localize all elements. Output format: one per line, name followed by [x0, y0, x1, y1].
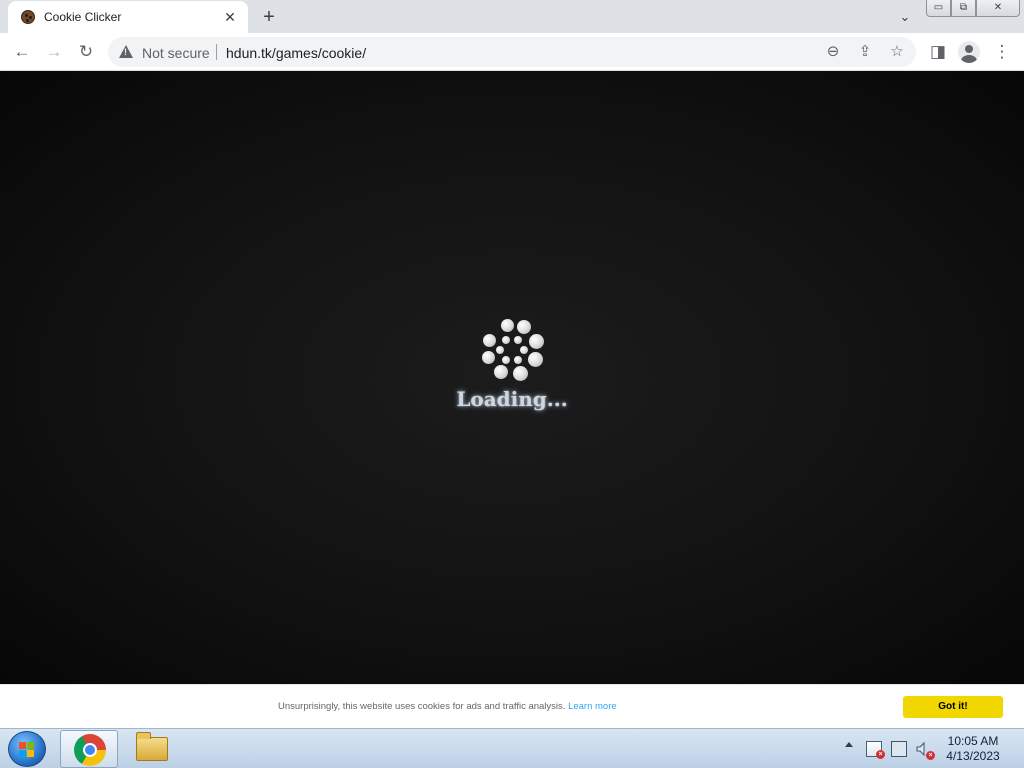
spinner-dot	[514, 356, 522, 364]
browser-menu-icon[interactable]: ⋮	[990, 40, 1014, 64]
bookmark-star-icon[interactable]: ☆	[886, 41, 908, 63]
browser-tab-cookie-clicker[interactable]: Cookie Clicker ✕	[8, 1, 248, 33]
cookie-message: Unsurprisingly, this website uses cookie…	[278, 701, 617, 712]
spinner-dot	[528, 352, 543, 367]
learn-more-link[interactable]: Learn more	[568, 701, 617, 712]
close-window-button[interactable]: ✕	[976, 0, 1020, 17]
spinner-dot	[517, 320, 531, 334]
system-clock[interactable]: 10:05 AM 4/13/2023	[940, 734, 1006, 764]
zoom-out-icon[interactable]: ⊖	[822, 41, 844, 63]
new-tab-button[interactable]: +	[258, 6, 280, 28]
clock-time: 10:05 AM	[947, 734, 999, 748]
loading-spinner-icon	[480, 319, 546, 385]
windows-logo-icon	[19, 742, 35, 758]
spinner-dot	[494, 365, 508, 379]
spinner-dot	[502, 336, 510, 344]
restore-button[interactable]: ⧉	[951, 0, 976, 17]
side-panel-icon[interactable]: ◨	[926, 40, 950, 64]
spinner-dot	[513, 366, 528, 381]
spinner-dot	[520, 346, 528, 354]
taskbar-chrome-button[interactable]	[60, 730, 118, 768]
chrome-icon	[74, 734, 106, 766]
game-viewport[interactable]: Loading...	[0, 71, 1024, 684]
profile-avatar-icon[interactable]	[958, 41, 980, 63]
spinner-dot	[501, 319, 514, 332]
tab-title: Cookie Clicker	[44, 10, 122, 24]
tab-search-chevron-icon[interactable]: ⌄	[894, 6, 916, 28]
show-hidden-icons-icon[interactable]	[845, 742, 853, 747]
error-x-icon: ×	[876, 750, 885, 759]
taskbar-file-explorer-button[interactable]	[122, 730, 180, 768]
warning-triangle-icon[interactable]	[119, 45, 133, 58]
network-icon[interactable]	[891, 741, 907, 757]
spinner-dot	[496, 346, 504, 354]
share-icon[interactable]: ⇪	[854, 41, 876, 63]
windows-taskbar: × × 10:05 AM 4/13/2023	[0, 728, 1024, 768]
browser-toolbar: ← → ↻ Not secure hdun.tk/games/cookie/ ⊖…	[0, 33, 1024, 71]
start-button[interactable]	[8, 731, 46, 767]
security-status-label[interactable]: Not secure	[142, 45, 210, 61]
spinner-dot	[502, 356, 510, 364]
got-it-button[interactable]: Got it!	[903, 696, 1003, 718]
action-center-flag-icon[interactable]: ×	[866, 741, 885, 759]
cookie-icon	[21, 10, 35, 24]
loading-label: Loading...	[456, 387, 568, 411]
forward-arrow-icon[interactable]: →	[42, 40, 66, 64]
tab-close-icon[interactable]: ✕	[222, 9, 238, 25]
address-bar[interactable]: Not secure hdun.tk/games/cookie/ ⊖ ⇪ ☆	[108, 37, 916, 67]
clock-date: 4/13/2023	[946, 749, 1000, 763]
cookie-consent-banner: Unsurprisingly, this website uses cookie…	[0, 684, 1024, 728]
cookie-message-text: Unsurprisingly, this website uses cookie…	[278, 701, 566, 712]
spinner-dot	[514, 336, 522, 344]
file-explorer-icon	[136, 732, 168, 761]
mute-x-icon: ×	[926, 751, 935, 760]
spinner-dot	[482, 351, 495, 364]
browser-tab-strip: Cookie Clicker ✕ + ⌄ ▭ ⧉ ✕	[0, 0, 1024, 33]
spinner-dot	[529, 334, 544, 349]
window-controls: ▭ ⧉ ✕	[926, 0, 1020, 18]
address-bar-divider	[216, 44, 217, 60]
minimize-button[interactable]: ▭	[926, 0, 951, 17]
volume-muted-icon[interactable]: ×	[915, 741, 935, 760]
spinner-dot	[483, 334, 496, 347]
back-arrow-icon[interactable]: ←	[10, 40, 34, 64]
url-text[interactable]: hdun.tk/games/cookie/	[226, 45, 366, 61]
reload-icon[interactable]: ↻	[74, 40, 98, 64]
